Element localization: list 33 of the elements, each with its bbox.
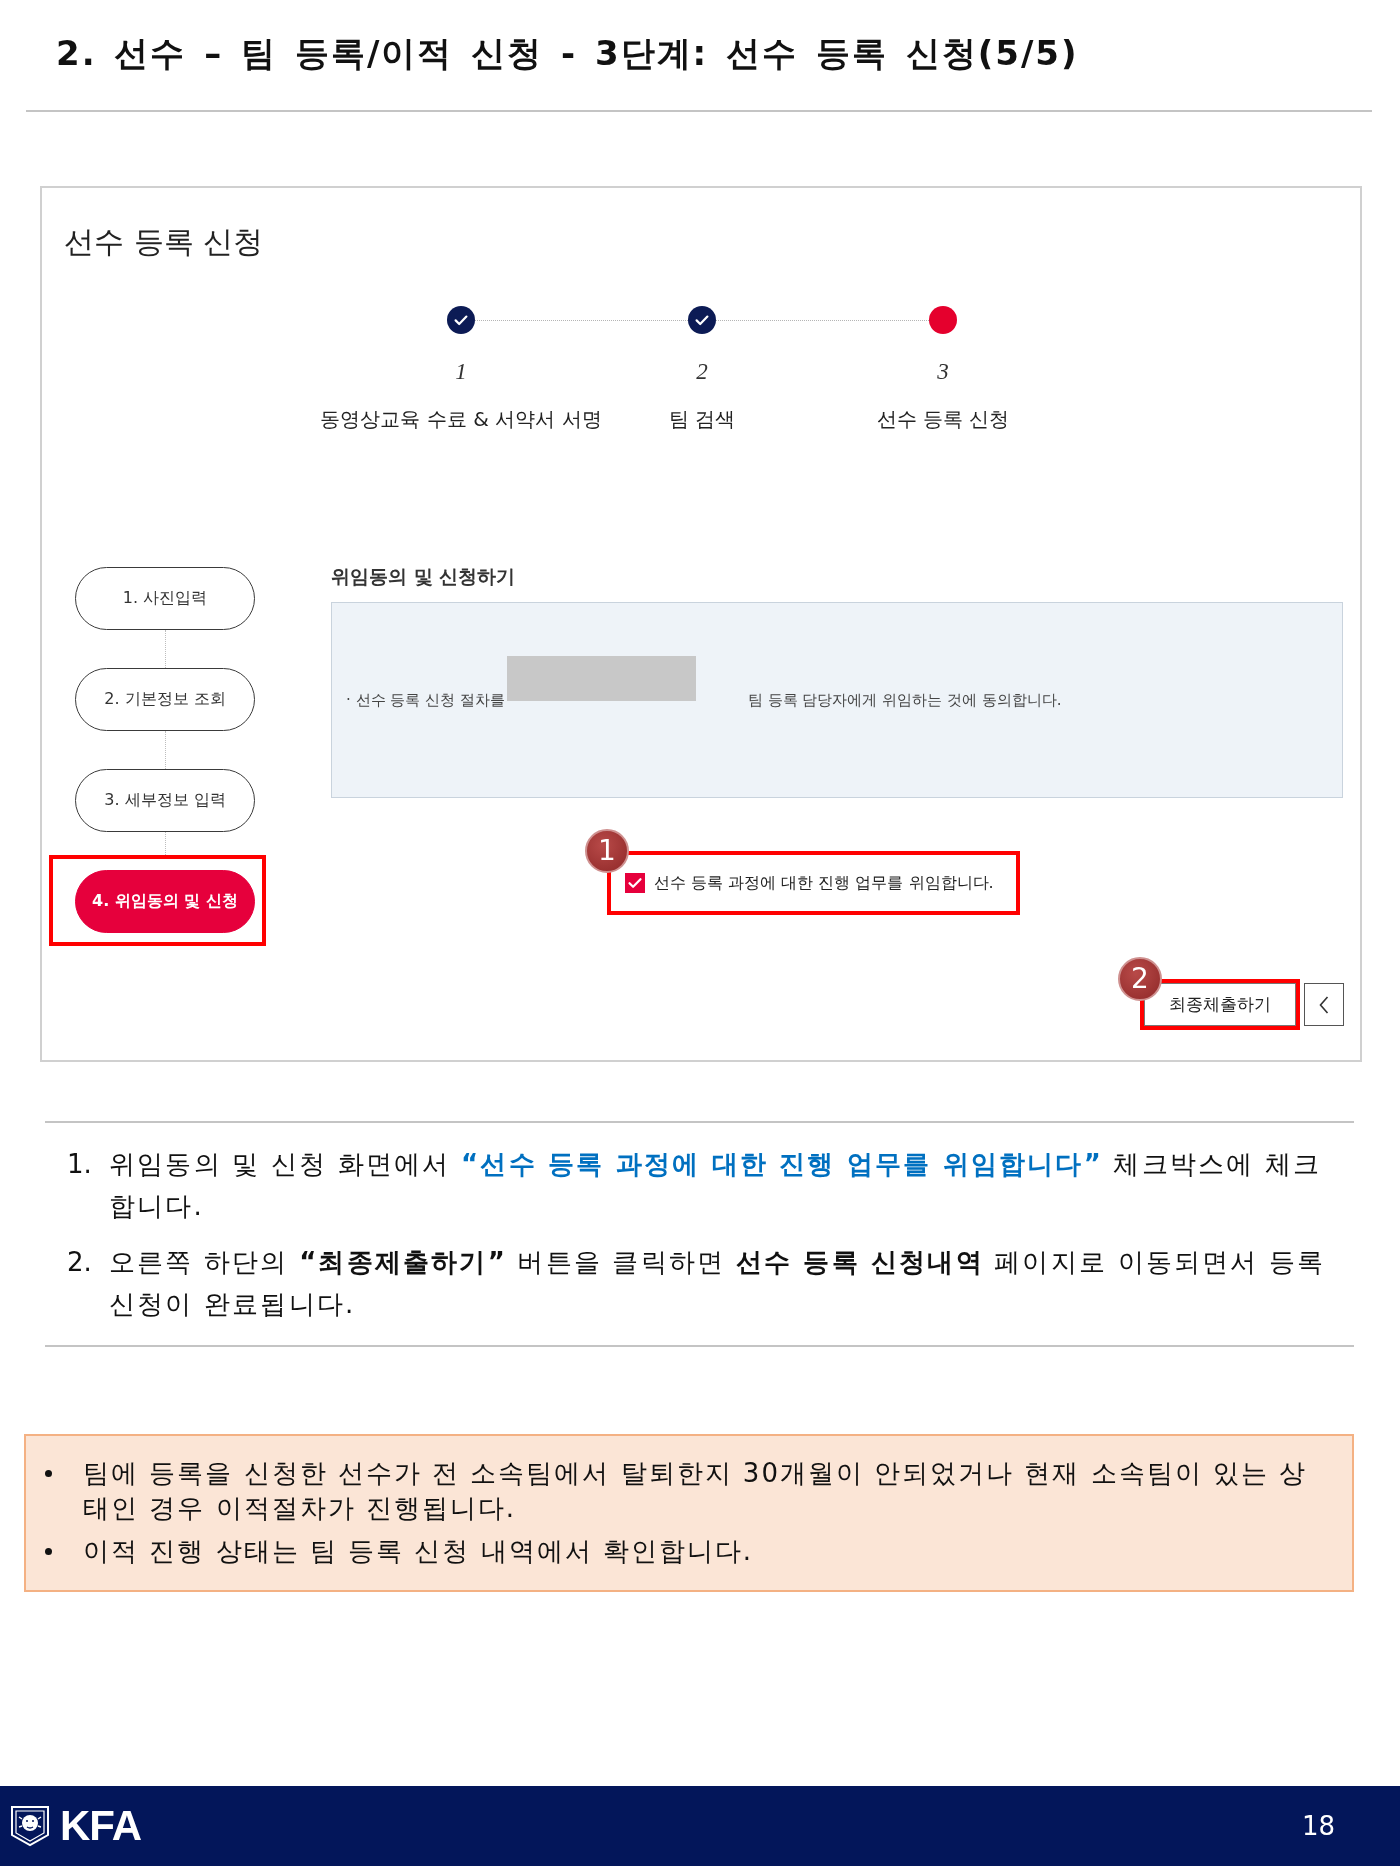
bullet-icon (45, 1470, 52, 1477)
instruction-text: 오른쪽 하단의 “최종제출하기” 버튼을 클릭하면 선수 등록 신청내역 페이지로 이동되면서 등록 신청이 완료됩니다. (109, 1246, 1327, 1321)
step-number: 2 (696, 359, 708, 385)
step-label: 동영상교육 수료 & 서약서 서명 (320, 406, 602, 432)
consent-text: · 선수 등록 신청 절차를 (346, 691, 505, 709)
step-label: 팀 검색 (668, 406, 736, 432)
back-button[interactable] (1304, 983, 1344, 1026)
list-number: 1. (67, 1148, 93, 1181)
emblem-icon (10, 1805, 50, 1847)
note-text: 이적 진행 상태는 팀 등록 신청 내역에서 확인합니다. (83, 1535, 754, 1568)
chevron-left-icon (1319, 995, 1329, 1014)
list-number: 2. (67, 1246, 93, 1279)
consent-text: 팀 등록 담당자에게 위임하는 것에 동의합니다. (747, 691, 1062, 709)
side-step-tab[interactable]: 4. 위임동의 및 신청 (75, 870, 255, 933)
step-connector (165, 832, 166, 855)
page-number: 18 (1301, 1811, 1335, 1841)
step-label: 선수 등록 신청 (876, 406, 1010, 432)
instruction-text: 위임동의 및 신청 화면에서 “선수 등록 과정에 대한 진행 업무를 위임합니다” 체크박스에 체크합니다. (109, 1148, 1323, 1223)
side-step-tab[interactable]: 1. 사진입력 (75, 567, 255, 630)
panel-heading: 선수 등록 신청 (64, 223, 264, 261)
step-number: 1 (455, 359, 467, 385)
callout-marker: 2 (1118, 957, 1162, 1001)
step-number: 3 (937, 359, 949, 385)
bullet-icon (45, 1548, 52, 1555)
page-title: 2. 선수 – 팀 등록/이적 신청 - 3단계: 선수 등록 신청(5/5) (56, 32, 1079, 75)
logo-text: KFA (60, 1802, 141, 1850)
checkbox-label: 선수 등록 과정에 대한 진행 업무를 위임합니다. (654, 872, 994, 894)
checkbox[interactable] (625, 873, 645, 893)
side-step-tab[interactable]: 3. 세부정보 입력 (75, 769, 255, 832)
section-heading: 위임동의 및 신청하기 (331, 565, 516, 587)
note-text: 팀에 등록을 신청한 선수가 전 소속팀에서 탈퇴한지 30개월이 안되었거나 현재 소속팀이 있는 상태인 경우 이적절차가 진행됩니다. (83, 1457, 1309, 1525)
side-step-tab[interactable]: 2. 기본정보 조회 (75, 668, 255, 731)
callout-marker: 1 (585, 829, 629, 873)
